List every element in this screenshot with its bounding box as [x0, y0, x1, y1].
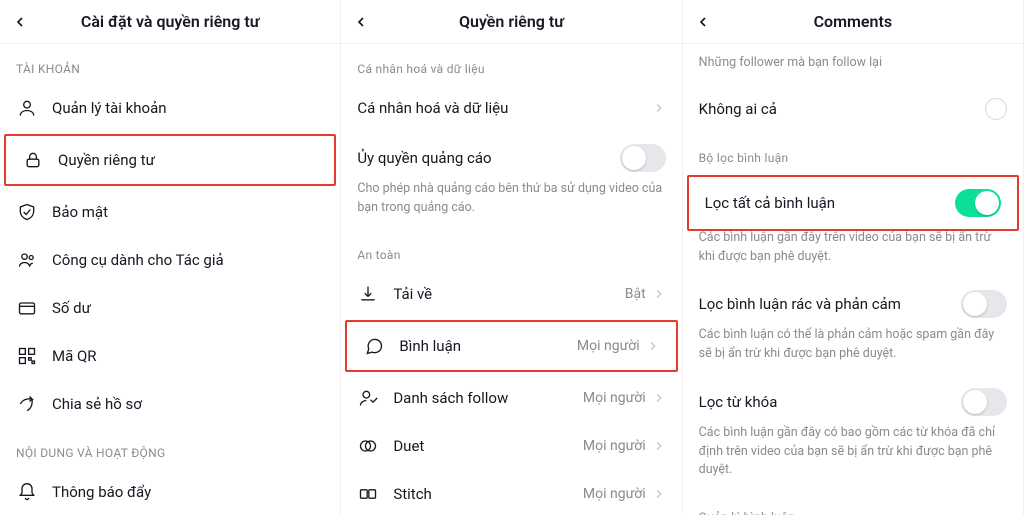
row-label: Lọc bình luận rác và phản cảm — [699, 295, 961, 313]
row-label: Lọc từ khóa — [699, 393, 961, 411]
row-label: Không ai cả — [699, 100, 985, 118]
wallet-icon — [16, 297, 38, 319]
row-duet[interactable]: Duet Mọi người — [341, 422, 681, 470]
shield-icon — [16, 201, 38, 223]
toggle-filter-spam[interactable] — [961, 290, 1007, 318]
row-label: Bảo mật — [52, 203, 324, 221]
highlight-filter-all: Lọc tất cả bình luận — [687, 175, 1019, 231]
back-icon[interactable] — [353, 14, 369, 30]
panel-comments: Comments Những follower mà bạn follow lạ… — [683, 0, 1024, 515]
page-title: Cài đặt và quyền riêng tư — [81, 12, 260, 31]
chevron-right-icon — [652, 287, 666, 301]
row-qr[interactable]: Mã QR — [0, 332, 340, 380]
row-filter-all-desc: Các bình luận gần đây trên video của bạn… — [683, 229, 1023, 279]
row-push-notifications[interactable]: Thông báo đẩy — [0, 468, 340, 515]
row-manage-account[interactable]: Quản lý tài khoản — [0, 84, 340, 132]
panel-privacy: Quyền riêng tư Cá nhân hoá và dữ liệu Cá… — [341, 0, 682, 515]
header: Comments — [683, 0, 1023, 44]
row-share-profile[interactable]: Chia sẻ hồ sơ — [0, 380, 340, 428]
toggle-filter-all[interactable] — [955, 189, 1001, 217]
row-balance[interactable]: Số dư — [0, 284, 340, 332]
row-label: Cá nhân hoá và dữ liệu — [357, 99, 651, 117]
section-personalization-label: Cá nhân hoá và dữ liệu — [341, 44, 681, 84]
section-account-label: TÀI KHOẢN — [0, 44, 340, 84]
group-icon — [16, 249, 38, 271]
row-label: Stitch — [393, 485, 583, 503]
toggle-filter-keywords[interactable] — [961, 388, 1007, 416]
row-label: Quyền riêng tư — [58, 151, 318, 169]
row-value: Mọi người — [583, 486, 646, 502]
row-filter-keywords[interactable]: Lọc từ khóa — [683, 376, 1023, 428]
header: Cài đặt và quyền riêng tư — [0, 0, 340, 44]
chevron-right-icon — [652, 487, 666, 501]
row-noone[interactable]: Không ai cả — [683, 85, 1023, 133]
lock-icon — [22, 149, 44, 171]
row-filter-spam[interactable]: Lọc bình luận rác và phản cảm — [683, 278, 1023, 330]
header: Quyền riêng tư — [341, 0, 681, 44]
row-label: Lọc tất cả bình luận — [705, 194, 955, 212]
row-value: Mọi người — [583, 438, 646, 454]
section-content-label: NỘI DUNG VÀ HOẠT ĐỘNG — [0, 428, 340, 468]
qr-icon — [16, 345, 38, 367]
back-icon[interactable] — [12, 14, 28, 30]
row-label: Chia sẻ hồ sơ — [52, 395, 324, 413]
row-value: Mọi người — [577, 338, 640, 354]
row-personalization[interactable]: Cá nhân hoá và dữ liệu — [341, 84, 681, 132]
user-icon — [16, 97, 38, 119]
row-label: Thông báo đẩy — [52, 483, 324, 501]
row-label: Duet — [393, 437, 583, 455]
row-value: Bật — [625, 286, 646, 302]
share-icon — [16, 393, 38, 415]
row-label: Danh sách follow — [393, 389, 583, 407]
comment-icon — [363, 335, 385, 357]
bell-icon — [16, 481, 38, 503]
row-ad-authorization[interactable]: Ủy quyền quảng cáo — [341, 132, 681, 184]
highlight-privacy: Quyền riêng tư — [4, 134, 336, 186]
chevron-right-icon — [646, 339, 660, 353]
row-privacy[interactable]: Quyền riêng tư — [6, 136, 334, 184]
section-comment-filter-label: Bộ lọc bình luận — [683, 133, 1023, 173]
toggle-ads[interactable] — [620, 144, 666, 172]
radio-unchecked-icon[interactable] — [985, 98, 1007, 120]
row-creator-tools[interactable]: Công cụ dành cho Tác giả — [0, 236, 340, 284]
section-safety-label: An toàn — [341, 230, 681, 270]
duet-icon — [357, 435, 379, 457]
row-security[interactable]: Bảo mật — [0, 188, 340, 236]
row-label: Tải về — [393, 285, 624, 303]
row-stitch[interactable]: Stitch Mọi người — [341, 470, 681, 515]
highlight-comments: Bình luận Mọi người — [345, 320, 677, 372]
row-label: Bình luận — [399, 337, 577, 355]
row-filter-all[interactable]: Lọc tất cả bình luận — [689, 177, 1017, 229]
page-title: Quyền riêng tư — [459, 12, 564, 31]
chevron-right-icon — [652, 391, 666, 405]
row-filter-kw-desc: Các bình luận gần đây có bao gồm các từ … — [683, 424, 1023, 492]
panel-settings: Cài đặt và quyền riêng tư TÀI KHOẢN Quản… — [0, 0, 341, 515]
page-title: Comments — [814, 12, 892, 31]
row-downloads[interactable]: Tải về Bật — [341, 270, 681, 318]
row-label: Công cụ dành cho Tác giả — [52, 251, 324, 269]
chevron-right-icon — [652, 439, 666, 453]
row-label: Số dư — [52, 299, 324, 317]
row-comments[interactable]: Bình luận Mọi người — [347, 322, 675, 370]
user-check-icon — [357, 387, 379, 409]
stitch-icon — [357, 483, 379, 505]
section-manage-label: Quản lý bình luận — [683, 492, 1023, 515]
row-following-list[interactable]: Danh sách follow Mọi người — [341, 374, 681, 422]
row-value: Mọi người — [583, 390, 646, 406]
row-ads-desc: Cho phép nhà quảng cáo bên thứ ba sử dụn… — [341, 180, 681, 230]
download-icon — [357, 283, 379, 305]
row-filter-spam-desc: Các bình luận có thể là phản cảm hoặc sp… — [683, 326, 1023, 376]
back-icon[interactable] — [695, 14, 711, 30]
row-label: Mã QR — [52, 347, 324, 365]
row-label: Ủy quyền quảng cáo — [357, 149, 619, 167]
row-label: Quản lý tài khoản — [52, 99, 324, 117]
row-followers-follow-back: Những follower mà bạn follow lại — [683, 44, 1023, 85]
chevron-right-icon — [652, 101, 666, 115]
